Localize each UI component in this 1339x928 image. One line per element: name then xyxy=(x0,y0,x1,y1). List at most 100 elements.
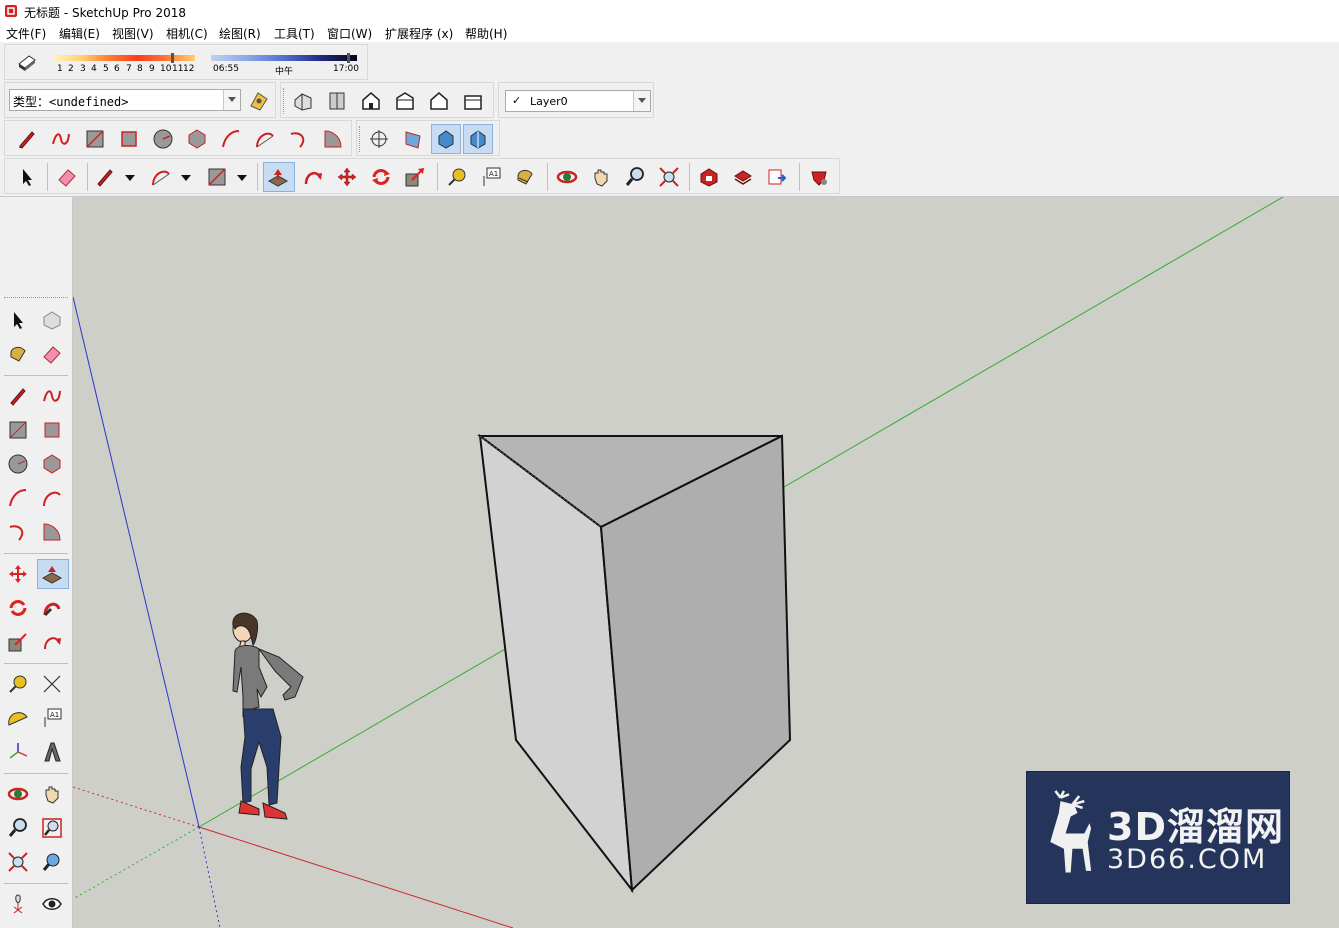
top-view-button[interactable] xyxy=(323,87,351,115)
palette-axes-button[interactable] xyxy=(4,738,32,766)
left-view-button[interactable] xyxy=(459,87,487,115)
palette-eraser-button[interactable] xyxy=(38,340,66,368)
palette-text-button[interactable]: A1 xyxy=(38,704,66,732)
rectangle-tool-button[interactable] xyxy=(81,125,109,153)
palette-dimension-button[interactable] xyxy=(38,670,66,698)
shadow-toggle-button[interactable] xyxy=(13,49,41,77)
shape-tool-button[interactable] xyxy=(203,163,231,191)
palette-line-button[interactable] xyxy=(4,382,32,410)
time-slider-thumb[interactable] xyxy=(347,53,350,63)
arc-tool-button-2[interactable] xyxy=(147,163,175,191)
zoom-tool-button[interactable] xyxy=(621,163,649,191)
iso-view-button[interactable] xyxy=(289,87,317,115)
section-plane-button[interactable] xyxy=(365,125,393,153)
palette-move-button[interactable] xyxy=(4,560,32,588)
palette-rotate-button[interactable] xyxy=(4,594,32,622)
palette-pan-button[interactable] xyxy=(38,780,66,808)
menu-edit[interactable]: 编辑(E) xyxy=(59,25,100,42)
rotate-tool-button[interactable] xyxy=(367,163,395,191)
menu-view[interactable]: 视图(V) xyxy=(112,25,154,42)
palette-tape-measure-button[interactable] xyxy=(4,670,32,698)
select-tool-button[interactable] xyxy=(13,163,41,191)
eraser-tool-button[interactable] xyxy=(53,163,81,191)
right-view-button[interactable] xyxy=(391,87,419,115)
palette-make-component-button[interactable] xyxy=(38,306,66,334)
palette-position-camera-button[interactable] xyxy=(4,890,32,918)
palette-offset-button[interactable] xyxy=(38,628,66,656)
share-model-button[interactable] xyxy=(729,163,757,191)
style-type-select[interactable]: 类型：<undefined> xyxy=(9,89,241,111)
palette-scale-button[interactable] xyxy=(4,628,32,656)
warehouse-button[interactable] xyxy=(695,163,723,191)
pan-tool-button[interactable] xyxy=(587,163,615,191)
section-fill-button[interactable] xyxy=(399,125,427,153)
palette-zoom-extents-button[interactable] xyxy=(4,848,32,876)
palette-rectangle-button[interactable] xyxy=(4,416,32,444)
line-dropdown-button[interactable] xyxy=(119,163,137,191)
polygon-tool-button[interactable] xyxy=(183,125,211,153)
line-tool-button[interactable] xyxy=(13,125,41,153)
circle-tool-button[interactable] xyxy=(149,125,177,153)
month-slider[interactable]: 1 2 3 4 5 6 7 8 9 10 11 12 xyxy=(53,51,195,75)
text-tool-button[interactable]: A1 xyxy=(477,163,505,191)
palette-circle-button[interactable] xyxy=(4,450,32,478)
palette-select-button[interactable] xyxy=(4,306,32,334)
palette-orbit-button[interactable] xyxy=(4,780,32,808)
paint-bucket-button[interactable] xyxy=(511,163,539,191)
palette-freehand-button[interactable] xyxy=(38,382,66,410)
line-tool-button-2[interactable] xyxy=(91,163,119,191)
follow-me-tool-button[interactable] xyxy=(299,163,327,191)
palette-previous-view-button[interactable] xyxy=(38,848,66,876)
palette-rotated-rectangle-button[interactable] xyxy=(38,416,66,444)
orbit-tool-button[interactable] xyxy=(553,163,581,191)
chevron-down-icon[interactable] xyxy=(223,90,240,110)
display-section-cuts-button[interactable] xyxy=(463,124,493,154)
month-slider-thumb[interactable] xyxy=(171,53,174,63)
layer-select[interactable]: ✓ Layer0 xyxy=(505,90,651,112)
palette-zoom-button[interactable] xyxy=(4,814,32,842)
pie-tool-button[interactable] xyxy=(319,125,347,153)
menu-help[interactable]: 帮助(H) xyxy=(465,25,507,42)
style-paint-button[interactable] xyxy=(245,87,273,115)
display-section-planes-button[interactable] xyxy=(431,124,461,154)
menu-camera[interactable]: 相机(C) xyxy=(166,25,208,42)
palette-3d-text-button[interactable] xyxy=(38,738,66,766)
palette-two-point-arc-button[interactable] xyxy=(38,484,66,512)
palette-three-point-arc-button[interactable] xyxy=(4,518,32,546)
palette-protractor-button[interactable] xyxy=(4,704,32,732)
time-slider[interactable]: 06:55 中午 17:00 xyxy=(211,51,359,77)
push-pull-tool-button[interactable] xyxy=(263,162,295,192)
palette-push-pull-button[interactable] xyxy=(37,559,69,589)
menu-draw[interactable]: 绘图(R) xyxy=(219,25,261,42)
palette-paint-button[interactable] xyxy=(4,340,32,368)
shape-dropdown-button[interactable] xyxy=(231,163,249,191)
rotated-rectangle-button[interactable] xyxy=(115,125,143,153)
scale-tool-button[interactable] xyxy=(401,163,429,191)
chevron-down-icon[interactable] xyxy=(633,91,650,111)
tape-measure-button[interactable] xyxy=(443,163,471,191)
two-point-arc-button[interactable] xyxy=(251,125,279,153)
palette-pie-button[interactable] xyxy=(38,518,66,546)
share-component-button[interactable] xyxy=(763,163,791,191)
menu-extensions[interactable]: 扩展程序 (x) xyxy=(385,25,453,42)
palette-follow-me-button[interactable] xyxy=(38,594,66,622)
extension-warehouse-button[interactable] xyxy=(805,163,833,191)
zoom-extents-button[interactable] xyxy=(655,163,683,191)
triangular-prism[interactable] xyxy=(477,433,792,894)
move-tool-button[interactable] xyxy=(333,163,361,191)
back-view-button[interactable] xyxy=(425,87,453,115)
menu-tools[interactable]: 工具(T) xyxy=(274,25,315,42)
palette-look-around-button[interactable] xyxy=(38,890,66,918)
three-point-arc-button[interactable] xyxy=(285,125,313,153)
menu-window[interactable]: 窗口(W) xyxy=(327,25,372,42)
front-view-button[interactable] xyxy=(357,87,385,115)
palette-arc-button[interactable] xyxy=(4,484,32,512)
arc-dropdown-button[interactable] xyxy=(175,163,193,191)
model-viewport[interactable]: 3D溜溜网 3D66.COM xyxy=(73,197,1339,928)
palette-polygon-button[interactable] xyxy=(38,450,66,478)
menu-file[interactable]: 文件(F) xyxy=(6,25,46,42)
arc-tool-button[interactable] xyxy=(217,125,245,153)
palette-zoom-window-button[interactable] xyxy=(38,814,66,842)
person-figure[interactable] xyxy=(232,612,304,820)
freehand-tool-button[interactable] xyxy=(47,125,75,153)
